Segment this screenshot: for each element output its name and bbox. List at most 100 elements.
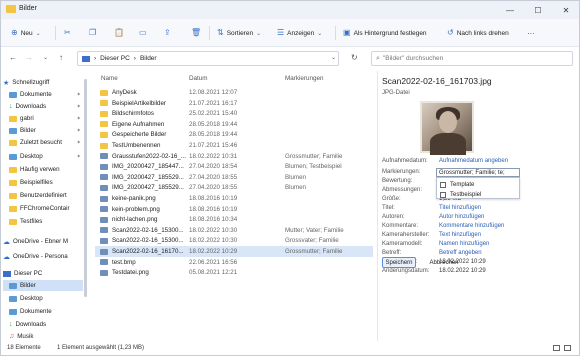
property-value[interactable]: Betreff angeben (439, 250, 482, 256)
file-date: 05.08.2021 12:21 (189, 269, 238, 277)
share-button[interactable]: ⇪ (164, 26, 171, 40)
column-header-name[interactable]: Name (101, 75, 118, 82)
file-row[interactable]: TestUmbenennen 21.07.2021 15:46 (95, 140, 373, 151)
sidebar-item-gabri[interactable]: gabri ✦ (9, 113, 83, 124)
sort-button[interactable]: ⇅ Sortieren ⌄ (217, 26, 261, 40)
sidebar-item-onedrive-business[interactable]: ☁ OneDrive - Ebner M (3, 236, 83, 247)
image-file-icon (100, 269, 108, 276)
property-value[interactable]: Text hinzufügen (439, 232, 481, 238)
file-row[interactable]: kein-problem.png 18.08.2016 10:19 (95, 204, 373, 215)
maximize-button[interactable]: ☐ (525, 1, 551, 19)
details-view-icon[interactable] (553, 345, 560, 351)
sidebar-item-testfiles[interactable]: Testfiles (9, 216, 83, 227)
sidebar-item-onedrive-personal[interactable]: ☁ OneDrive - Persona (3, 251, 83, 262)
file-row[interactable]: Scan2022-02-16_15300... 18.02.2022 10:30 G… (95, 235, 373, 246)
column-header-date[interactable]: Datum (189, 75, 208, 82)
set-wallpaper-button[interactable]: ▣ Als Hintergrund festlegen (343, 26, 427, 40)
file-row[interactable]: test.bmp 22.06.2021 16:56 (95, 257, 373, 268)
sidebar-item-documents[interactable]: Dokumente ✦ (9, 89, 83, 100)
rotate-left-button[interactable]: ↺ Nach links drehen (447, 26, 509, 40)
file-row[interactable]: Eigene Aufnahmen 28.05.2018 19:44 (95, 119, 373, 130)
sidebar-item-this-pc-desktop[interactable]: Desktop (9, 293, 83, 304)
search-icon: ⌕ (376, 54, 380, 62)
file-date: 18.02.2022 10:29 (189, 248, 238, 255)
minimize-button[interactable]: — (497, 1, 523, 19)
column-header-tags[interactable]: Markierungen (285, 75, 324, 82)
sidebar-item-this-pc[interactable]: Dieser PC (3, 268, 83, 279)
address-dropdown-icon[interactable]: ⌄ (331, 54, 336, 61)
breadcrumb-this-pc[interactable]: Dieser PC (100, 55, 130, 62)
rename-button[interactable]: ▭ (139, 26, 147, 40)
delete-button[interactable]: 🗑 (191, 26, 201, 40)
sidebar-item-custom[interactable]: Benutzerdefiniert (9, 190, 83, 201)
sidebar-item-downloads[interactable]: ↓ Downloads ✦ (9, 101, 83, 112)
refresh-icon[interactable]: ↻ (351, 53, 358, 62)
close-button[interactable]: ✕ (553, 1, 579, 19)
copy-button[interactable]: ❐ (89, 26, 96, 40)
chevron-down-icon: ⌄ (317, 30, 323, 37)
cancel-button[interactable]: Abbrechen (426, 257, 462, 268)
file-row[interactable]: Gespeicherte Bilder 28.05.2018 19:44 (95, 129, 373, 140)
forward-icon[interactable]: → (25, 53, 33, 62)
breadcrumb-pictures[interactable]: Bilder (140, 55, 157, 62)
address-bar[interactable]: › Dieser PC › Bilder (77, 51, 339, 66)
suggestion-testbeispiel[interactable]: Testbeispiel (440, 190, 481, 199)
save-button[interactable]: Speichern (382, 257, 416, 268)
sidebar-scrollbar[interactable] (84, 79, 87, 297)
breadcrumb-sep: › (94, 55, 97, 62)
copy-icon: ❐ (89, 28, 97, 37)
image-file-icon (100, 227, 108, 234)
sidebar-item-quick-access[interactable]: ★ Schnellzugriff (3, 77, 83, 88)
view-button[interactable]: ☰ Anzeigen ⌄ (277, 26, 322, 40)
title-bar: Bilder — ☐ ✕ (1, 1, 579, 19)
tags-input[interactable]: Grossmutter; Familie; te; (436, 168, 520, 177)
file-date: 18.08.2016 10:19 (189, 195, 238, 202)
property-value[interactable]: Autor hinzufügen (439, 214, 484, 220)
paste-button[interactable]: 📋 (114, 26, 124, 40)
file-row[interactable]: nicht-lachen.png 18.08.2016 10:34 (95, 214, 373, 225)
up-icon[interactable]: ↑ (59, 53, 63, 62)
checkbox[interactable] (440, 191, 446, 198)
file-row[interactable]: AnyDesk 12.08.2021 12:07 (95, 87, 373, 98)
sidebar-item-frequent[interactable]: Häufig verwen (9, 164, 83, 175)
property-value[interactable]: Namen hinzufügen (439, 241, 489, 247)
search-input[interactable]: ⌕ "Bilder" durchsuchen (371, 51, 573, 66)
tiles-view-icon[interactable] (564, 345, 571, 351)
file-tags: Mutter; Vater; Familie (285, 226, 344, 234)
file-tags: Grossmutter; Familie (285, 248, 343, 255)
property-value[interactable]: Aufnahmedatum angeben (439, 158, 508, 164)
file-row[interactable]: Bildschirmfotos 25.02.2021 15:40 (95, 108, 373, 119)
file-row[interactable]: BeispielArtikelbilder 21.07.2021 16:17 (95, 98, 373, 109)
more-options-button[interactable]: ··· (527, 26, 535, 40)
file-row[interactable]: Grausstufen2022-02-16_... 18.02.2022 10:3… (95, 151, 373, 162)
sort-label: Sortieren (226, 29, 254, 37)
file-row[interactable]: Scan2022-02-16_16170... 18.02.2022 10:29 G… (95, 246, 373, 257)
new-button[interactable]: ⊕ Neu ⌄ (11, 26, 41, 40)
sidebar-item-sample-files[interactable]: Beispielfiles (9, 177, 83, 188)
sidebar-item-this-pc-downloads[interactable]: ↓ Downloads (9, 319, 83, 330)
star-icon: ★ (3, 79, 10, 87)
sidebar-item-pictures[interactable]: Bilder ✦ (9, 125, 83, 136)
file-row[interactable]: IMG_20200427_185447... 27.04.2020 18:54 Bl… (95, 161, 373, 172)
file-row[interactable]: Testdatei.png 05.08.2021 12:21 (95, 267, 373, 278)
history-chevron-icon[interactable]: ⌄ (43, 54, 48, 61)
sidebar-item-recent[interactable]: Zuletzt besucht ✦ (9, 137, 83, 148)
back-icon[interactable]: ← (9, 53, 17, 62)
sidebar-item-this-pc-documents[interactable]: Dokumente (9, 306, 83, 317)
property-value[interactable]: Titel hinzufügen (439, 205, 481, 211)
property-value[interactable]: Kommentare hinzufügen (439, 223, 504, 229)
file-row[interactable]: IMG_20200427_185529... 27.04.2020 18:55 Bl… (95, 182, 373, 193)
image-file-icon (100, 206, 108, 213)
image-file-icon (100, 259, 108, 266)
file-row[interactable]: keine-panik.png 18.08.2016 10:19 (95, 193, 373, 204)
cut-button[interactable]: ✂ (64, 26, 71, 40)
sidebar-item-desktop[interactable]: Desktop ✦ (9, 151, 83, 162)
sidebar-item-this-pc-pictures[interactable]: Bilder (3, 280, 83, 291)
file-row[interactable]: Scan2022-02-16_15300... 18.02.2022 10:30 M… (95, 225, 373, 236)
download-icon: ↓ (9, 321, 13, 328)
file-row[interactable]: IMG_20200427_185529... 27.04.2020 18:55 Bl… (95, 172, 373, 183)
sidebar-item-ffchrome[interactable]: FFChromeContair (9, 203, 83, 214)
file-name: Scan2022-02-16_15300... (112, 226, 184, 234)
suggestion-template[interactable]: Template (440, 180, 474, 189)
checkbox[interactable] (440, 181, 446, 188)
